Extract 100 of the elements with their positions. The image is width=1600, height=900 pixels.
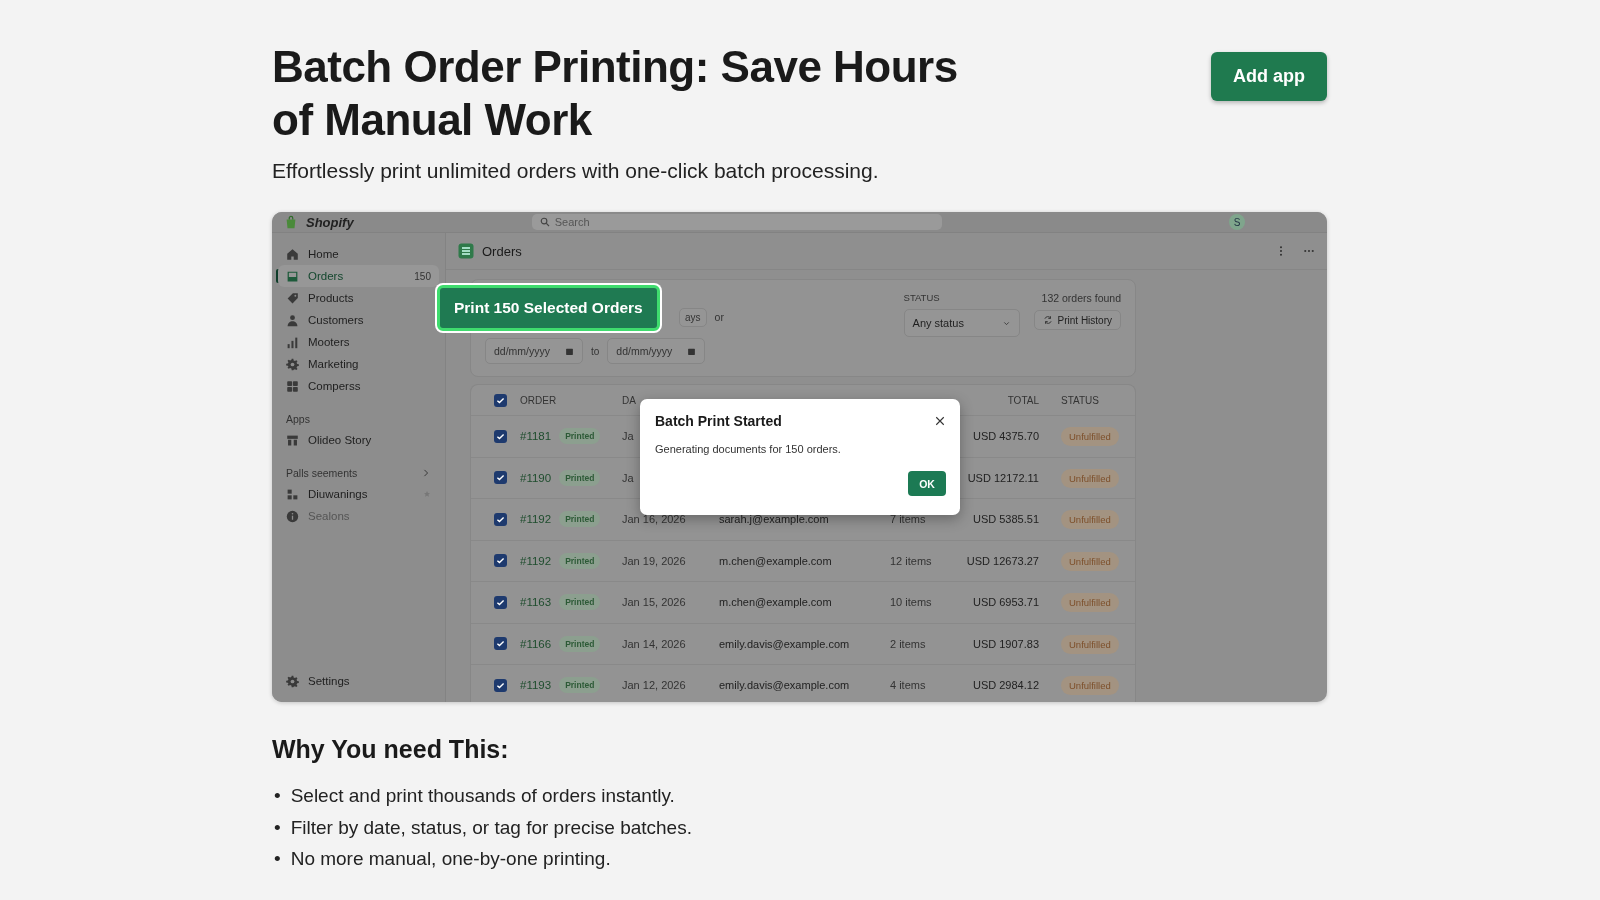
close-button[interactable] bbox=[934, 415, 946, 427]
orders-icon bbox=[458, 243, 474, 259]
inbox-icon bbox=[286, 269, 299, 283]
table-cell-text: Ja bbox=[622, 471, 635, 484]
printed-tag: Printed bbox=[559, 469, 601, 486]
section-heading: Why You need This: bbox=[272, 734, 510, 764]
table-cell-text: emily.davis@example.com bbox=[719, 679, 851, 692]
checkmark-icon bbox=[495, 555, 506, 567]
close-icon bbox=[934, 415, 946, 427]
checkbox[interactable] bbox=[494, 678, 507, 692]
table-cell-text: USD 12172.11 bbox=[966, 471, 1039, 484]
or-label: or bbox=[714, 311, 724, 323]
search-field[interactable]: Search bbox=[531, 214, 942, 230]
print-history-button[interactable]: Print History bbox=[1033, 310, 1121, 330]
order-link[interactable]: #1163 bbox=[520, 596, 552, 609]
table-cell-text: 12 items bbox=[890, 554, 933, 567]
table-cell-text: USD 2984.12 bbox=[971, 679, 1039, 692]
search-icon bbox=[539, 217, 550, 227]
date-field[interactable]: dd/mm/yyyy bbox=[485, 338, 583, 364]
checkbox[interactable] bbox=[494, 512, 507, 526]
printed-tag: Printed bbox=[559, 552, 601, 569]
table-cell-text: Jan 16, 2026 bbox=[622, 513, 687, 526]
order-link[interactable]: #1193 bbox=[520, 679, 552, 692]
subtitle: Effortlessly print unlimited orders with one-click batch processing. bbox=[272, 158, 880, 184]
column-header: DA bbox=[622, 394, 637, 406]
ok-button[interactable]: OK bbox=[908, 471, 946, 496]
dialog-message: Generating documents for 150 orders. bbox=[655, 443, 842, 455]
table-cell-text: emily.davis@example.com bbox=[719, 637, 851, 650]
chevron-right-icon bbox=[421, 468, 431, 478]
grid-icon bbox=[286, 379, 299, 393]
order-link[interactable]: #1192 bbox=[520, 513, 552, 526]
status-tag: Unfulfilled bbox=[1061, 427, 1119, 447]
add-app-button[interactable]: Add app bbox=[1211, 52, 1327, 101]
bullet-item: Select and print thousands of orders instantly. bbox=[290, 784, 675, 808]
printed-tag: Printed bbox=[559, 594, 601, 611]
printed-tag: Printed bbox=[559, 677, 601, 694]
filter-chip[interactable]: ays bbox=[679, 307, 707, 327]
page-heading: Batch Order Printing: Save Hours of Manual Work bbox=[272, 41, 959, 146]
sidebar-item[interactable]: Olideo Story bbox=[278, 429, 439, 451]
tag-icon bbox=[286, 291, 299, 305]
status-tag: Unfulfilled bbox=[1061, 468, 1119, 488]
checkbox[interactable] bbox=[494, 429, 507, 443]
status-tag: Unfulfilled bbox=[1061, 593, 1119, 613]
gear-icon bbox=[286, 674, 299, 688]
calendar-icon bbox=[565, 346, 574, 356]
gear-icon bbox=[286, 357, 299, 371]
person-icon bbox=[286, 313, 299, 327]
settings-item[interactable]: Settings bbox=[278, 670, 439, 692]
info-icon bbox=[286, 509, 299, 523]
table-cell-text: 10 items bbox=[890, 596, 933, 609]
table-cell-text: 7 items bbox=[890, 513, 927, 526]
logo-text: Shopify bbox=[306, 214, 354, 230]
sidebar-item[interactable]: Products bbox=[278, 287, 439, 309]
order-link[interactable]: #1190 bbox=[520, 471, 552, 484]
table-cell-text: Jan 12, 2026 bbox=[622, 679, 687, 692]
section-label: Palls seements bbox=[286, 467, 358, 479]
calendar-icon bbox=[687, 346, 697, 356]
checkbox[interactable] bbox=[494, 595, 507, 609]
sidebar-item[interactable]: Customers bbox=[278, 309, 439, 331]
sidebar-item[interactable]: Diuwanings bbox=[278, 483, 439, 505]
checkbox[interactable] bbox=[494, 393, 507, 407]
to-label: to bbox=[591, 345, 600, 357]
date-field[interactable]: dd/mm/yyyy bbox=[607, 338, 706, 364]
status-tag: Unfulfilled bbox=[1061, 676, 1119, 696]
bullet-marker: • bbox=[274, 784, 281, 808]
printed-tag: Printed bbox=[559, 635, 601, 652]
bar-chart-icon bbox=[286, 335, 299, 349]
order-link[interactable]: #1166 bbox=[520, 637, 552, 650]
bullet-marker: • bbox=[274, 815, 281, 840]
column-header: STATUS bbox=[1060, 394, 1100, 406]
avatar[interactable]: S bbox=[1229, 214, 1245, 230]
blocks-icon bbox=[286, 487, 299, 501]
status-select[interactable]: Any status bbox=[903, 309, 1020, 337]
table-cell-text: m.chen@example.com bbox=[719, 596, 833, 609]
print-selected-button[interactable]: Print 150 Selected Orders bbox=[437, 285, 660, 331]
checkbox[interactable] bbox=[494, 471, 507, 485]
sidebar-item[interactable]: Orders 150 bbox=[278, 265, 439, 287]
page-title: Orders bbox=[482, 243, 522, 259]
checkmark-icon bbox=[495, 638, 506, 650]
store-icon bbox=[286, 433, 299, 447]
table-cell-text: Jan 19, 2026 bbox=[622, 554, 687, 567]
checkbox[interactable] bbox=[494, 554, 507, 568]
bullet-item: No more manual, one-by-one printing. bbox=[290, 847, 611, 871]
table-cell-text: sarah.j@example.com bbox=[719, 513, 830, 526]
section-label: Apps bbox=[286, 413, 310, 425]
order-link[interactable]: #1192 bbox=[520, 554, 552, 567]
home-icon bbox=[286, 247, 299, 261]
shopping-bag-icon bbox=[284, 215, 298, 229]
table-cell-text: Ja bbox=[622, 430, 635, 443]
status-tag: Unfulfilled bbox=[1061, 634, 1119, 654]
checkmark-icon bbox=[495, 472, 506, 484]
bullet-item: Filter by date, status, or tag for precise batches. bbox=[290, 815, 692, 840]
order-link[interactable]: #1181 bbox=[520, 430, 552, 443]
sidebar-item[interactable]: Mooters bbox=[278, 331, 439, 353]
sidebar-item[interactable]: Comperss bbox=[278, 375, 439, 397]
sidebar-item[interactable]: Marketing bbox=[278, 353, 439, 375]
sidebar-item[interactable]: Home bbox=[278, 243, 439, 265]
refresh-icon bbox=[1042, 315, 1053, 325]
checkbox[interactable] bbox=[494, 637, 507, 651]
table-cell-text: Jan 14, 2026 bbox=[622, 637, 687, 650]
